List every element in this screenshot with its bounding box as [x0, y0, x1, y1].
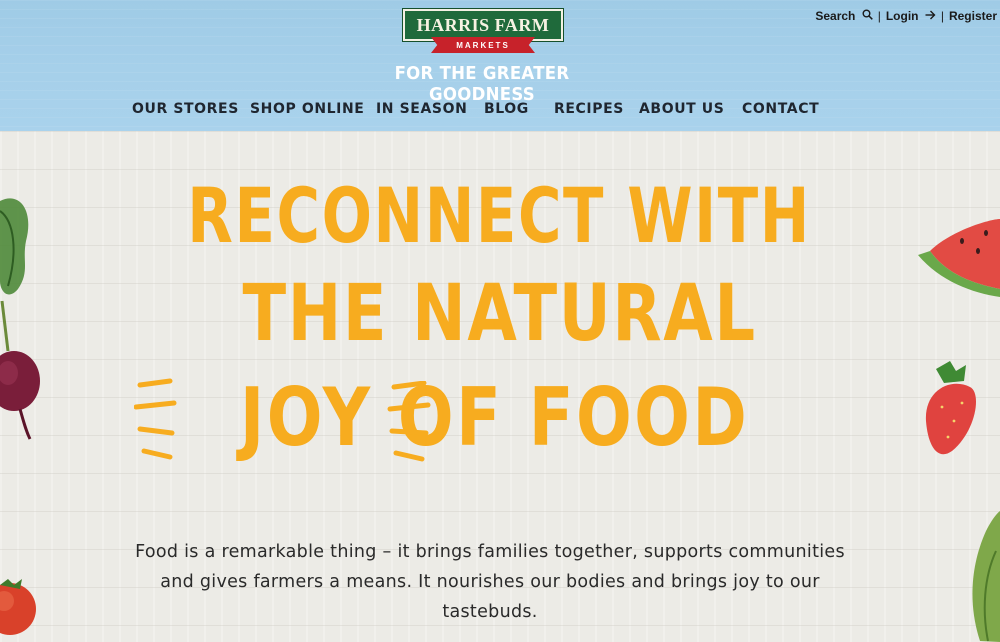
logo-sub-text: MARKETS: [456, 40, 510, 50]
util-separator: |: [940, 9, 944, 23]
nav-about-us[interactable]: ABOUT US: [639, 101, 724, 117]
search-label: Search: [815, 9, 856, 23]
motion-dashes-left: [134, 378, 177, 460]
main-nav: OUR STORES SHOP ONLINE IN SEASON BLOG RE…: [0, 101, 1000, 121]
login-link[interactable]: Login: [886, 9, 936, 23]
hero-headline-line-2: THE NATURAL: [242, 269, 757, 359]
strawberry-icon: [925, 383, 976, 455]
register-link[interactable]: Register: [949, 9, 997, 23]
login-label: Login: [885, 9, 919, 23]
nav-shop-online[interactable]: SHOP ONLINE: [250, 101, 364, 117]
arrow-right-icon: [925, 10, 936, 23]
hero-body-text: Food is a remarkable thing – it brings f…: [135, 542, 845, 622]
hero-headline-line-1: RECONNECT WITH: [187, 171, 811, 260]
vegetables-left-illustration: [0, 198, 40, 635]
brand-tagline: FOR THE GREATER GOODNESS: [394, 63, 570, 105]
nav-recipes[interactable]: RECIPES: [554, 101, 624, 117]
nav-our-stores[interactable]: OUR STORES: [132, 101, 239, 117]
utility-links: Search | Login | Register: [815, 9, 997, 23]
motion-dashes-right: [387, 381, 431, 462]
fruits-right-illustration: [918, 219, 1000, 642]
search-icon: [862, 9, 873, 23]
hero-headline-line-3: JOY OF FOOD: [239, 371, 750, 464]
logo-ribbon: MARKETS: [431, 37, 535, 53]
nav-blog[interactable]: BLOG: [484, 101, 529, 117]
nav-contact[interactable]: CONTACT: [742, 101, 819, 117]
util-separator: |: [877, 9, 881, 23]
nav-in-season[interactable]: IN SEASON: [376, 101, 467, 117]
logo-box: HARRIS FARM: [402, 8, 564, 42]
site-header: HARRIS FARM MARKETS FOR THE GREATER GOOD…: [0, 0, 1000, 131]
logo-brand-name: HARRIS FARM: [416, 14, 550, 35]
search-link[interactable]: Search: [815, 9, 873, 23]
harris-farm-logo[interactable]: HARRIS FARM MARKETS: [402, 8, 564, 61]
hero-section: RECONNECT WITH THE NATURAL JOY OF FOOD F…: [0, 131, 1000, 642]
